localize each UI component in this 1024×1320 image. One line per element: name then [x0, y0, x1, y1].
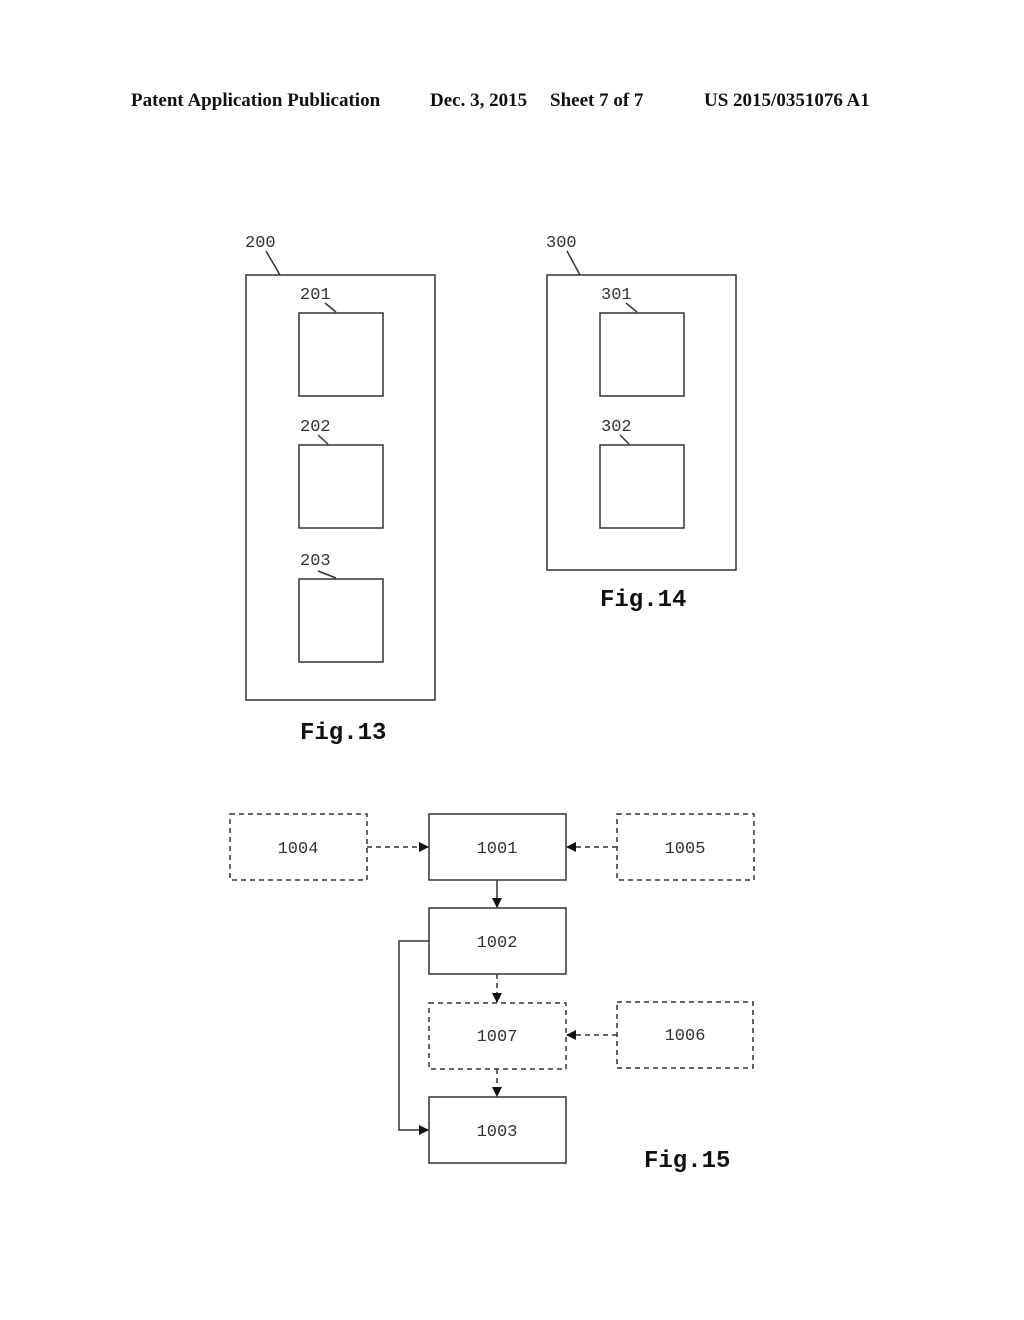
box-1001-label: 1001: [477, 840, 518, 859]
figures-canvas: 200 201 202 203 Fig.13 300 301 302 Fig.1…: [229, 234, 755, 1175]
fig13-label-201: 201: [300, 286, 331, 305]
leader-line: [566, 250, 581, 276]
box-1006-label: 1006: [665, 1027, 706, 1046]
fig14-label-301: 301: [601, 286, 632, 305]
leader-line: [317, 570, 337, 579]
box-1002-label: 1002: [477, 934, 518, 953]
fig13-caption: Fig.13: [300, 720, 386, 747]
fig13-outer-label: 200: [245, 234, 276, 253]
fig14-box-302: [599, 444, 685, 529]
fig14-label-302: 302: [601, 418, 632, 437]
box-1005-label: 1005: [665, 840, 706, 859]
fig13-box-201: [298, 312, 384, 397]
leader-line: [265, 250, 281, 276]
box-1007-label: 1007: [477, 1028, 518, 1047]
fig13-label-202: 202: [300, 418, 331, 437]
box-1004-label: 1004: [278, 840, 319, 859]
fig14-box-301: [599, 312, 685, 397]
fig13: 200 201 202 203 Fig.13: [245, 234, 436, 747]
fig13-box-203: [298, 578, 384, 663]
fig15: 1004 1001 1005 1002 1007 1006 1003 Fig.1…: [229, 813, 755, 1175]
fig13-outer-box: [245, 274, 436, 701]
fig14: 300 301 302 Fig.14: [546, 234, 737, 614]
fig14-caption: Fig.14: [600, 587, 686, 614]
fig14-outer-label: 300: [546, 234, 577, 253]
fig13-box-202: [298, 444, 384, 529]
fig14-outer-box: [546, 274, 737, 571]
arrow-1002-to-1003: [398, 940, 429, 1135]
box-1003-label: 1003: [477, 1123, 518, 1142]
fig13-label-203: 203: [300, 552, 331, 571]
fig15-caption: Fig.15: [644, 1148, 730, 1175]
